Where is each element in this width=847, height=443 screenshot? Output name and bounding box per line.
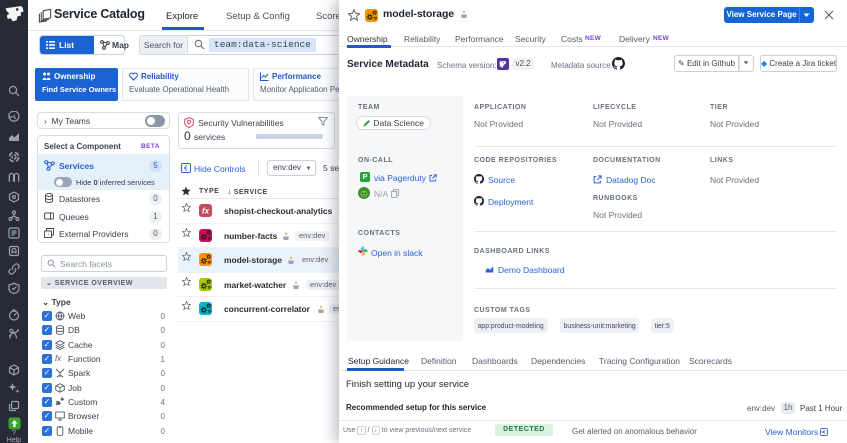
svg-text:fx: fx <box>202 207 210 216</box>
